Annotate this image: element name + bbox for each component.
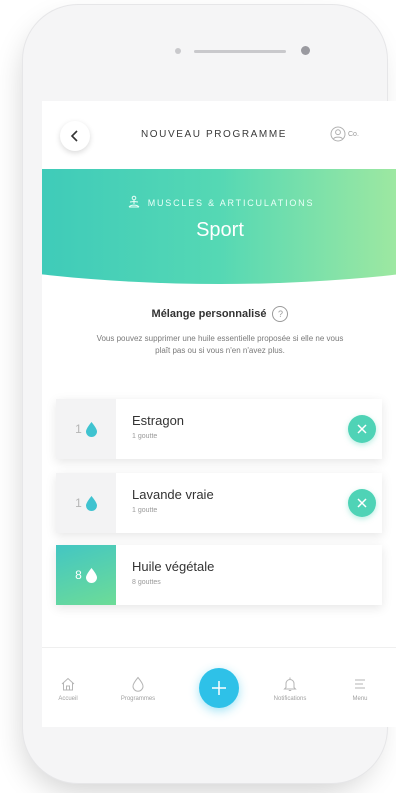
oil-dose: 1 goutte <box>132 433 158 440</box>
oil-quantity: 1 <box>56 473 116 533</box>
category-label: MUSCLES & ARTICULATIONS <box>147 198 315 208</box>
oil-dose: 8 gouttes <box>132 579 161 586</box>
oil-card-lavande: 1 Lavande vraie 1 goutte <box>56 473 382 533</box>
user-label: Co. <box>348 130 359 138</box>
mix-heading: Mélange personnalisé ? <box>42 306 396 322</box>
tab-label: Notifications <box>273 696 307 702</box>
drop-icon <box>132 676 144 692</box>
oil-dose: 1 goutte <box>132 507 158 514</box>
quantity-value: 8 <box>75 568 82 582</box>
quantity-value: 1 <box>75 422 82 436</box>
tab-programmes[interactable]: Programmes <box>108 676 168 702</box>
tab-menu[interactable]: Menu <box>340 676 380 702</box>
drop-icon <box>85 567 97 583</box>
oil-name: Estragon <box>132 413 185 428</box>
mix-description: Vous pouvez supprimer une huile essentie… <box>96 334 344 355</box>
tab-notifications[interactable]: Notifications <box>258 676 322 702</box>
chevron-left-icon <box>70 130 78 142</box>
front-camera <box>301 46 310 55</box>
oil-quantity: 8 <box>56 545 116 605</box>
oil-quantity: 1 <box>56 399 116 459</box>
mix-title: Mélange personnalisé <box>151 308 267 320</box>
home-icon <box>61 677 75 691</box>
plus-icon <box>212 681 226 695</box>
speaker-grille <box>194 50 286 53</box>
quantity-value: 1 <box>75 496 82 510</box>
tab-label: Menu <box>352 696 368 702</box>
help-icon[interactable]: ? <box>272 306 289 322</box>
drop-icon <box>85 495 97 511</box>
oil-name: Lavande vraie <box>132 487 214 502</box>
tab-label: Programmes <box>120 696 156 702</box>
remove-oil-button[interactable] <box>348 489 376 517</box>
bell-icon <box>283 677 297 691</box>
meditation-icon <box>128 195 140 208</box>
remove-oil-button[interactable] <box>348 415 376 443</box>
oil-card-estragon: 1 Estragon 1 goutte <box>56 399 382 459</box>
proximity-sensor <box>175 48 181 54</box>
menu-icon <box>355 679 365 689</box>
tab-bar-divider <box>42 647 396 648</box>
tab-accueil[interactable]: Accueil <box>46 676 90 702</box>
app-screen: NOUVEAU PROGRAMME Co. MUSCLES & ARTICULA… <box>42 101 396 727</box>
tab-label: Accueil <box>58 696 78 702</box>
close-icon <box>357 424 367 434</box>
user-account[interactable]: Co. <box>330 126 359 142</box>
drop-icon <box>85 421 97 437</box>
user-icon <box>330 126 346 142</box>
add-program-button[interactable] <box>199 668 239 708</box>
program-hero: MUSCLES & ARTICULATIONS Sport <box>42 169 396 284</box>
page-title: NOUVEAU PROGRAMME <box>140 129 288 140</box>
program-title: Sport <box>196 219 244 241</box>
category-row: MUSCLES & ARTICULATIONS <box>42 195 396 211</box>
vegetable-oil-card: 8 Huile végétale 8 gouttes <box>56 545 382 605</box>
back-button[interactable] <box>60 121 90 151</box>
close-icon <box>357 498 367 508</box>
oil-name: Huile végétale <box>132 559 215 574</box>
